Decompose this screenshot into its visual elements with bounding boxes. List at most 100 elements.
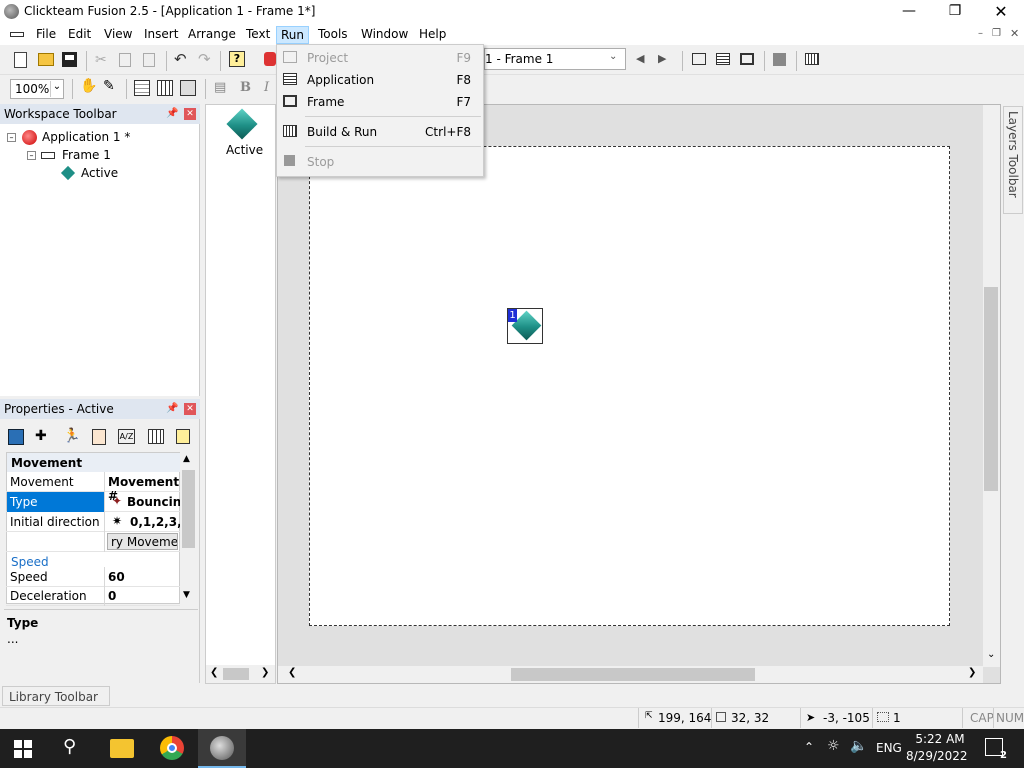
scroll-left-icon[interactable]: ❮: [210, 667, 218, 678]
help-icon[interactable]: ?: [229, 51, 245, 67]
layers-toolbar-tab[interactable]: Layers Toolbar: [1003, 106, 1023, 214]
property-row[interactable]: Speed 60: [6, 567, 180, 587]
windows-start-icon[interactable]: [14, 740, 32, 758]
mdi-restore-icon[interactable]: ❐: [992, 28, 1001, 39]
mdi-minimize-icon[interactable]: –: [978, 28, 983, 39]
close-icon[interactable]: ✕: [184, 403, 196, 415]
mdi-close-icon[interactable]: ✕: [1010, 27, 1019, 40]
paste-icon[interactable]: [143, 53, 155, 67]
previous-frame-icon[interactable]: ◀: [636, 52, 644, 65]
scroll-right-icon[interactable]: ❯: [261, 667, 269, 678]
tree-item-frame[interactable]: Frame 1: [62, 148, 111, 162]
grid-icon[interactable]: [134, 80, 150, 96]
run-menu-item-project[interactable]: Project F9: [277, 47, 483, 69]
close-icon[interactable]: ✕: [184, 108, 196, 120]
menu-help[interactable]: Help: [415, 26, 450, 44]
chrome-icon[interactable]: [160, 736, 184, 760]
scroll-down-icon[interactable]: ⌄: [987, 649, 995, 660]
clock-date[interactable]: 8/29/2022: [906, 749, 968, 763]
copy-icon[interactable]: [119, 53, 131, 67]
scroll-left-icon[interactable]: ❮: [288, 667, 296, 678]
show-hidden-icons-icon[interactable]: ⌃: [804, 740, 814, 754]
run-menu-item-build-run[interactable]: Build & Run Ctrl+F8: [277, 121, 483, 143]
scrollbar-thumb[interactable]: [511, 668, 755, 681]
zoom-select[interactable]: 100% ⌄: [10, 79, 64, 99]
size-position-tab-icon[interactable]: ✚: [35, 428, 47, 444]
scroll-up-icon[interactable]: ▲: [183, 454, 190, 464]
object-list-item-label[interactable]: Active: [226, 143, 263, 157]
edit-movement-button[interactable]: ry Movemen: [107, 533, 178, 550]
property-row[interactable]: ry Movemen: [6, 532, 180, 552]
app-icon[interactable]: [4, 4, 19, 19]
collapse-icon[interactable]: –: [27, 151, 36, 160]
property-row[interactable]: Movement Movement #: [6, 472, 180, 503]
tree-item-application[interactable]: Application 1 *: [42, 130, 130, 144]
library-toolbar-tab[interactable]: Library Toolbar: [2, 686, 110, 706]
frame-vertical-scrollbar[interactable]: ⌄: [983, 105, 1000, 667]
clock-time[interactable]: 5:22 AM: [915, 732, 965, 746]
menu-tools[interactable]: Tools: [314, 26, 352, 44]
property-section-movement[interactable]: Movement: [7, 453, 180, 472]
menu-window[interactable]: Window: [357, 26, 412, 44]
tree-item-active[interactable]: Active: [81, 166, 118, 180]
collapse-icon[interactable]: –: [7, 133, 16, 142]
object-list-scrollbar[interactable]: ❮ ❯: [206, 665, 275, 683]
snap-icon[interactable]: [157, 80, 173, 96]
save-icon[interactable]: [62, 52, 77, 67]
property-grid-scrollbar[interactable]: ▲ ▼: [180, 452, 197, 604]
open-icon[interactable]: [38, 53, 54, 66]
system-menu-icon[interactable]: [10, 32, 24, 37]
next-frame-icon[interactable]: ▶: [658, 52, 666, 65]
cut-icon[interactable]: ✂: [95, 52, 107, 68]
pencil-icon[interactable]: ✎: [103, 78, 115, 94]
movement-tab-icon[interactable]: 🏃: [63, 428, 80, 444]
menu-insert[interactable]: Insert: [140, 26, 182, 44]
events-tab-icon[interactable]: [148, 429, 164, 444]
values-tab-icon[interactable]: A/Z: [118, 429, 135, 444]
language-indicator[interactable]: ENG: [876, 741, 902, 755]
scroll-right-icon[interactable]: ❯: [968, 667, 976, 678]
italic-icon[interactable]: I: [264, 80, 269, 95]
search-icon[interactable]: ⚲: [63, 736, 76, 757]
run-application-icon[interactable]: [716, 53, 730, 65]
clickteam-taskbar-button[interactable]: [198, 729, 246, 768]
run-frame-icon[interactable]: [740, 53, 754, 65]
run-stop-icon[interactable]: [264, 52, 276, 66]
bold-icon[interactable]: B: [240, 80, 251, 95]
scroll-down-icon[interactable]: ▼: [183, 590, 190, 600]
undo-icon[interactable]: ↶: [174, 50, 187, 68]
volume-icon[interactable]: 🔈: [850, 738, 867, 754]
active-object-instance[interactable]: 1: [507, 308, 543, 344]
active-object-icon[interactable]: [226, 108, 258, 140]
restore-icon[interactable]: ❐: [932, 0, 978, 23]
network-icon[interactable]: ☼: [827, 738, 840, 754]
menu-edit[interactable]: Edit: [64, 26, 95, 44]
property-row-selected[interactable]: Type ✦ Bouncing: [6, 492, 190, 512]
align-icon[interactable]: ▤: [214, 80, 226, 95]
runtime-tab-icon[interactable]: [92, 429, 106, 445]
show-grid-icon[interactable]: [180, 80, 196, 96]
menu-run[interactable]: Run: [276, 26, 310, 44]
frame-editor[interactable]: 1 ⌄ ❮ ❯: [277, 104, 1001, 684]
minimize-icon[interactable]: —: [886, 0, 932, 23]
menu-arrange[interactable]: Arrange: [184, 26, 240, 44]
chevron-down-icon[interactable]: ⌄: [609, 51, 617, 62]
display-tab-icon[interactable]: [8, 429, 24, 445]
run-menu-item-stop[interactable]: Stop: [277, 151, 483, 173]
menu-file[interactable]: File: [32, 26, 60, 44]
build-run-icon[interactable]: [805, 53, 819, 65]
new-icon[interactable]: [14, 52, 27, 68]
frame-select[interactable]: 1 - Frame 1 ⌄: [484, 48, 626, 70]
property-row[interactable]: Deceleration 0: [6, 586, 180, 606]
run-menu-item-frame[interactable]: Frame F7: [277, 91, 483, 113]
run-project-icon[interactable]: [692, 53, 706, 65]
close-icon[interactable]: ✕: [978, 0, 1024, 23]
property-row[interactable]: Initial direction ✷ 0,1,2,3,4: [6, 512, 190, 532]
scrollbar-thumb[interactable]: [182, 470, 195, 548]
notifications-icon[interactable]: 2: [985, 738, 1007, 761]
scrollbar-thumb[interactable]: [223, 668, 249, 680]
stop-icon[interactable]: [773, 53, 786, 66]
about-tab-icon[interactable]: [176, 429, 190, 444]
frame-horizontal-scrollbar[interactable]: ❮ ❯: [278, 666, 983, 683]
pin-icon[interactable]: 📌: [166, 403, 178, 414]
